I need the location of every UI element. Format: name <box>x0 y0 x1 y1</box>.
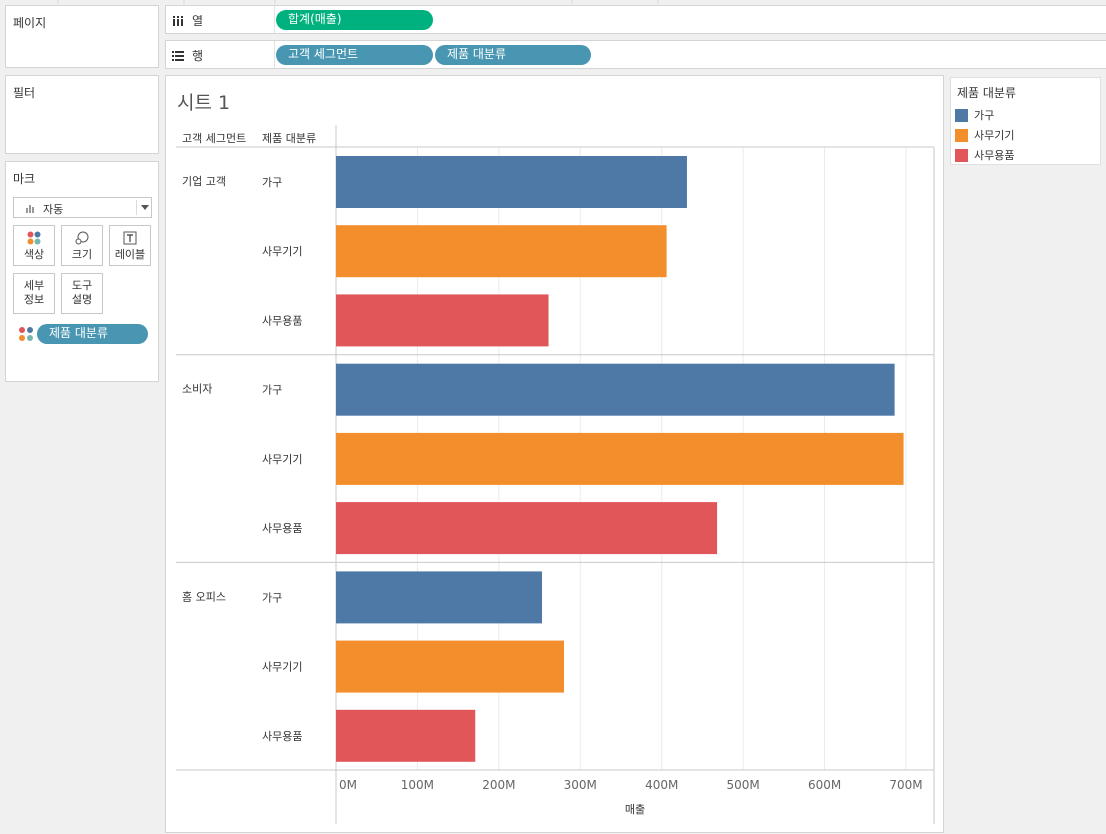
category-label: 가구 <box>262 591 282 604</box>
category-label: 가구 <box>262 176 282 189</box>
sales-bar <box>336 294 549 347</box>
x-tick-label: 100M <box>401 778 434 792</box>
category-label: 사무용품 <box>262 730 302 743</box>
x-tick-label: 500M <box>727 778 760 792</box>
sales-bar <box>336 156 687 208</box>
tooltip-button[interactable]: 도구 설명 <box>61 273 103 314</box>
columns-shelf[interactable]: 열 합계(매출) <box>165 5 1106 34</box>
sales-bar <box>336 640 564 693</box>
mark-type-value: 자동 <box>43 203 64 216</box>
label-button-label: 레이블 <box>114 248 146 261</box>
detail-button[interactable]: 세부 정보 <box>13 273 55 314</box>
x-tick-label: 600M <box>808 778 841 792</box>
product-category-pill[interactable]: 제품 대분류 <box>435 45 591 65</box>
chevron-down-icon <box>141 205 149 210</box>
category-label: 사무기기 <box>262 661 302 674</box>
size-button-label: 크기 <box>71 248 93 261</box>
color-field-icon <box>19 327 33 341</box>
columns-shelf-label: 열 <box>172 12 203 29</box>
tooltip-button-label-line2: 설명 <box>71 293 93 306</box>
detail-button-label-line1: 세부 <box>23 279 45 292</box>
rows-shelf-label: 행 <box>172 47 203 64</box>
category-label: 사무용품 <box>262 314 302 327</box>
size-circles-icon <box>75 231 89 245</box>
x-tick-label: 200M <box>482 778 515 792</box>
legend-swatch <box>955 148 968 162</box>
sum-sales-pill[interactable]: 합계(매출) <box>276 10 433 30</box>
text-label-icon <box>123 231 137 245</box>
sales-bar-chart: 시트 1 고객 세그먼트 제품 대분류 기업 고객 가구사무기기사무용품소비자 가구… <box>176 92 935 824</box>
customer-segment-pill[interactable]: 고객 세그먼트 <box>276 45 433 65</box>
rows-shelf[interactable]: 행 고객 세그먼트 제품 대분류 <box>165 40 1106 69</box>
legend-item[interactable]: 사무기기 <box>955 127 1014 143</box>
pages-panel[interactable]: 페이지 <box>5 5 159 68</box>
color-button-label: 색상 <box>23 248 45 261</box>
shelf-divider <box>274 6 275 33</box>
category-label: 사무기기 <box>262 453 302 466</box>
sheet-title: 시트 1 <box>177 92 230 114</box>
filters-panel-title: 필터 <box>13 86 36 100</box>
legend-swatch <box>955 108 968 122</box>
sales-bar <box>336 432 904 485</box>
sales-bar <box>336 709 476 762</box>
row-header-segment: 고객 세그먼트 <box>182 132 246 145</box>
category-label: 가구 <box>262 384 282 397</box>
tooltip-button-label-line1: 도구 <box>71 279 93 292</box>
rows-icon <box>172 50 184 61</box>
filters-panel[interactable]: 필터 <box>5 75 159 154</box>
row-header-category: 제품 대분류 <box>262 132 316 145</box>
sales-bar <box>336 502 718 555</box>
x-tick-label: 700M <box>889 778 922 792</box>
mark-type-dropdown[interactable]: 자동 <box>13 197 152 218</box>
legend-item-label: 가구 <box>974 109 995 122</box>
legend-item-label: 사무기기 <box>974 129 1015 142</box>
x-tick-label: 300M <box>564 778 597 792</box>
segment-label: 기업 고객 <box>182 175 226 188</box>
top-toolbar-edge <box>57 0 659 4</box>
category-label: 사무기기 <box>262 245 302 258</box>
dropdown-divider <box>136 200 137 215</box>
x-tick-label: 400M <box>645 778 678 792</box>
legend-item[interactable]: 사무용품 <box>955 147 1014 163</box>
marks-panel: 마크 자동 색상 크기 레이블 세부 정보 도구 설명 제품 대분류 <box>5 161 159 382</box>
marks-panel-title: 마크 <box>13 172 36 186</box>
legend-item-label: 사무용품 <box>974 149 1015 162</box>
columns-shelf-text: 열 <box>192 14 204 28</box>
segment-label: 홈 오피스 <box>182 589 226 603</box>
shelf-divider <box>274 41 275 68</box>
legend-panel: 제품 대분류 가구 사무기기 사무용품 <box>950 77 1101 165</box>
columns-icon <box>173 15 183 26</box>
bar-chart-icon <box>26 205 34 213</box>
sales-bar <box>336 363 895 416</box>
color-field-pill[interactable]: 제품 대분류 <box>37 324 148 344</box>
color-button[interactable]: 색상 <box>13 225 55 266</box>
category-label: 사무용품 <box>262 522 302 535</box>
pages-panel-title: 페이지 <box>13 16 47 30</box>
color-dots-icon <box>27 231 41 245</box>
detail-button-label-line2: 정보 <box>23 293 45 306</box>
x-axis-title: 매출 <box>625 803 645 816</box>
legend-title: 제품 대분류 <box>957 86 1017 100</box>
segment-label: 소비자 <box>182 383 212 396</box>
x-tick-label: 0M <box>339 778 357 792</box>
size-button[interactable]: 크기 <box>61 225 103 266</box>
legend-swatch <box>955 128 968 142</box>
sales-bar <box>336 225 667 278</box>
legend-item[interactable]: 가구 <box>955 107 994 123</box>
sales-bar <box>336 571 543 624</box>
rows-shelf-text: 행 <box>192 49 204 63</box>
sheet-panel: 시트 1 고객 세그먼트 제품 대분류 기업 고객 가구 사무기기 사무용품 소비자 가구… <box>165 75 944 833</box>
label-button[interactable]: 레이블 <box>109 225 151 266</box>
